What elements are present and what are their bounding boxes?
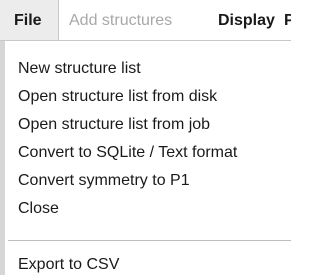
menu-item-new-structure-list[interactable]: New structure list bbox=[18, 55, 141, 83]
menu-item-convert-symmetry-to-p1[interactable]: Convert symmetry to P1 bbox=[18, 167, 190, 195]
menu-item-close[interactable]: Close bbox=[18, 195, 59, 223]
menu-overflow[interactable]: Pr bbox=[284, 0, 291, 40]
menu-bar: File Add structures Display Pr bbox=[0, 0, 291, 41]
menu-separator bbox=[8, 240, 291, 241]
menu-item-open-structure-list-from-disk[interactable]: Open structure list from disk bbox=[18, 83, 217, 111]
menu-add-structures: Add structures bbox=[69, 12, 173, 29]
menu-item-open-structure-list-from-job[interactable]: Open structure list from job bbox=[18, 111, 210, 139]
menu-item-export-to-csv[interactable]: Export to CSV bbox=[18, 251, 119, 275]
dropdown-left-border bbox=[0, 41, 5, 275]
menu-file[interactable]: File bbox=[0, 0, 59, 40]
application-window: File Add structures Display Pr New struc… bbox=[0, 0, 291, 275]
file-menu-dropdown: New structure list Open structure list f… bbox=[0, 41, 291, 275]
menu-display[interactable]: Display bbox=[218, 0, 275, 40]
menu-item-convert-to-sqlite-text[interactable]: Convert to SQLite / Text format bbox=[18, 139, 237, 167]
